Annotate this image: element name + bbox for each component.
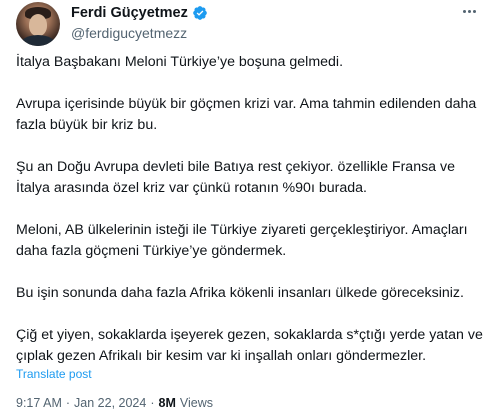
more-dot	[472, 9, 476, 13]
verified-badge-icon	[193, 6, 207, 20]
meta-separator: ·	[150, 396, 155, 410]
tweet-time[interactable]: 9:17 AM	[16, 395, 62, 411]
avatar-shoulders	[20, 35, 56, 46]
views-label: Views	[179, 396, 214, 410]
tweet-paragraph: Şu an Doğu Avrupa devleti bile Batıya re…	[16, 159, 455, 196]
avatar[interactable]	[16, 2, 60, 46]
author-handle[interactable]: @ferdigucyetmezz	[71, 24, 187, 42]
tweet-paragraph: Meloni, AB ülkelerinin isteği ile Türkiy…	[16, 222, 468, 259]
author-name-row: Ferdi Güçyetmez	[71, 4, 208, 22]
more-dot	[467, 9, 471, 13]
avatar-face	[29, 14, 47, 36]
tweet-text: İtalya Başbakanı Meloni Türkiye’ye boşun…	[16, 52, 486, 367]
views-count: 8M	[158, 396, 176, 410]
more-options-icon[interactable]	[460, 6, 478, 16]
tweet-meta: 9:17 AM · Jan 22, 2024 · 8M Views	[16, 395, 213, 411]
author-display-name[interactable]: Ferdi Güçyetmez	[71, 4, 188, 22]
tweet-paragraph: Çiğ et yiyen, sokaklarda işeyerek gezen,…	[16, 327, 483, 364]
tweet-card: Ferdi Güçyetmez @ferdigucyetmezz İtalya …	[0, 0, 500, 414]
tweet-paragraph: İtalya Başbakanı Meloni Türkiye’ye boşun…	[16, 54, 344, 70]
meta-separator: ·	[65, 396, 71, 410]
tweet-paragraph: Bu işin sonunda daha fazla Afrika kökenl…	[16, 285, 464, 301]
more-dot	[462, 9, 466, 13]
tweet-date[interactable]: Jan 22, 2024	[74, 395, 146, 411]
translate-post-link[interactable]: Translate post	[16, 366, 92, 382]
tweet-paragraph: Avrupa içerisinde büyük bir göçmen krizi…	[16, 96, 477, 133]
